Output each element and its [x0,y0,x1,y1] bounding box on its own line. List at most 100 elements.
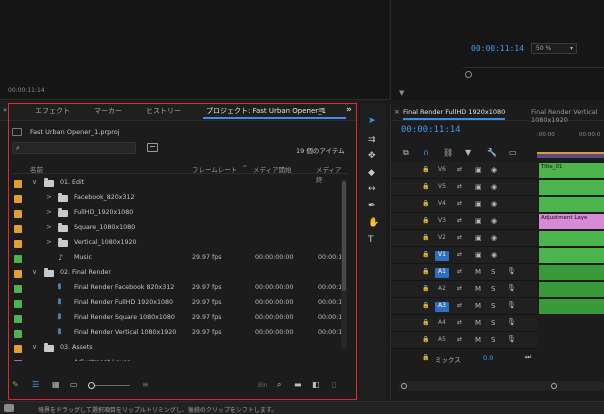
track-select-tool-icon[interactable]: ⇉ [368,135,376,145]
lock-icon[interactable]: 🔒 [422,251,429,258]
track-target-toggle[interactable]: A4 [435,319,449,329]
marker-icon[interactable]: ▼ [399,89,404,97]
label-color-swatch[interactable] [14,300,22,308]
selection-tool-icon[interactable]: ➤ [368,116,376,126]
toggle-output-icon[interactable]: ▣ [475,251,482,259]
mute-icon[interactable]: M [475,302,481,310]
type-tool-icon[interactable]: T [368,235,374,245]
label-color-swatch[interactable] [14,330,22,338]
solo-icon[interactable]: S [491,336,495,344]
track-target-toggle[interactable]: V3 [435,217,449,227]
track-target-toggle[interactable]: V6 [435,166,449,176]
playhead-handle[interactable] [465,71,472,78]
track-header[interactable]: 🔒 V6 ⇄ ▣ ◉ [391,162,537,179]
vertical-scrollbar[interactable] [341,179,347,349]
label-color-swatch[interactable] [14,270,22,278]
label-color-swatch[interactable] [14,240,22,248]
column-media-start[interactable]: メディア開始 [253,164,292,174]
tab-history[interactable]: ヒストリー [146,106,181,116]
go-to-end-icon[interactable]: ⏭ [525,353,531,362]
work-area-bar[interactable] [537,152,604,158]
track-header[interactable]: 🔒 A3 ⇄ M S 🎙 [391,298,537,315]
tab-effects[interactable]: エフェクト [35,106,70,116]
track-header[interactable]: 🔒 V2 ⇄ ▣ ◉ [391,230,537,247]
microphone-icon[interactable]: 🎙 [507,318,516,326]
solo-icon[interactable]: S [491,302,495,310]
list-item[interactable]: Adjustment Layer [12,356,342,361]
label-color-swatch[interactable] [14,195,22,203]
list-view-icon[interactable]: ☰ [32,380,39,389]
list-item[interactable]: ⫴ Final Render FullHD 1920x1080 29.97 fps 0… [12,296,342,311]
sync-lock-icon[interactable]: ⇄ [457,285,462,292]
slider-knob[interactable] [88,382,95,389]
bin-row[interactable]: ∨ 02. Final Render [12,266,342,281]
track-target-toggle[interactable]: V5 [435,183,449,193]
sync-lock-icon[interactable]: ⇄ [457,336,462,343]
label-color-swatch[interactable] [14,225,22,233]
thumbnail-size-slider[interactable] [88,382,130,389]
captions-icon[interactable]: ▭ [509,148,517,157]
solo-icon[interactable]: S [491,285,495,293]
track-target-toggle[interactable]: V2 [435,234,449,244]
ripple-edit-tool-icon[interactable]: ✥ [368,151,376,161]
new-bin-icon[interactable]: ▬ [294,380,302,389]
track-target-toggle[interactable]: A3 [435,302,449,312]
toggle-output-icon[interactable]: ▣ [475,234,482,242]
lock-icon[interactable]: 🔒 [422,268,429,275]
sync-lock-icon[interactable]: ⇄ [457,200,462,207]
linked-selection-icon[interactable]: ⛓ [443,148,453,157]
sync-lock-icon[interactable]: ⇄ [457,166,462,173]
lock-icon[interactable]: 🔒 [422,285,429,292]
tab-overflow-right[interactable]: » [346,105,352,115]
label-color-swatch[interactable] [14,285,22,293]
chevron-right-icon[interactable]: > [46,238,52,246]
time-ruler[interactable]: :00:00 00:00:0 [537,132,604,152]
lock-icon[interactable]: 🔒 [422,200,429,207]
eye-icon[interactable]: ◉ [491,200,497,208]
pencil-icon[interactable]: ✎ [12,380,19,389]
lock-icon[interactable]: 🔒 [422,166,429,173]
sync-lock-icon[interactable]: ⇄ [457,268,462,275]
bin-row[interactable]: > Vertical_1080x1920 [12,236,342,251]
label-color-swatch[interactable] [14,360,22,361]
sort-icons-icon[interactable]: ≡ [142,380,149,389]
mute-icon[interactable]: M [475,268,481,276]
sync-lock-icon[interactable]: ⇄ [457,302,462,309]
list-item[interactable]: ⫴ Final Render Facebook 820x312 29.97 fps 0… [12,281,342,296]
lock-icon[interactable]: 🔒 [422,183,429,190]
label-color-swatch[interactable] [14,210,22,218]
program-scrubber[interactable] [463,67,604,78]
track-header[interactable]: 🔒 V4 ⇄ ▣ ◉ [391,196,537,213]
track-header[interactable]: 🔒 V5 ⇄ ▣ ◉ [391,179,537,196]
timeline-clip[interactable] [539,282,604,297]
tab-sequence-vertical[interactable]: Final Render Vertical 1080x1920 [531,108,604,124]
eye-icon[interactable]: ◉ [491,234,497,242]
track-target-toggle[interactable]: A2 [435,285,449,295]
sort-icon[interactable]: ^ [242,164,247,172]
toggle-output-icon[interactable]: ▣ [475,217,482,225]
timeline-clip[interactable] [539,248,604,263]
tab-sequence-fullhd[interactable]: Final Render FullHD 1920x1080 [403,108,506,120]
scroll-thumb[interactable] [342,181,346,291]
label-color-swatch[interactable] [14,255,22,263]
sync-lock-icon[interactable]: ⇄ [457,217,462,224]
nest-icon[interactable]: ⧉ [403,148,409,158]
automate-to-sequence-icon[interactable]: Bin [258,382,268,389]
list-item[interactable]: ⫴ Final Render Square 1080x1080 29.97 fps 0… [12,311,342,326]
close-icon[interactable]: × [394,108,400,116]
icon-view-icon[interactable]: ▦ [52,380,60,389]
timeline-clip[interactable] [539,299,604,314]
microphone-icon[interactable]: 🎙 [507,335,516,343]
track-header[interactable]: 🔒 V3 ⇄ ▣ ◉ [391,213,537,230]
track-target-toggle[interactable]: A5 [435,336,449,346]
new-bin-from-search-icon[interactable] [147,143,158,152]
column-frame-rate[interactable]: フレームレート [192,164,237,174]
timeline-clip[interactable] [539,231,604,246]
lock-icon[interactable]: 🔒 [422,354,429,361]
freeform-view-icon[interactable]: ▭ [70,380,78,389]
column-name[interactable]: 名前 [30,164,43,174]
timeline-clip[interactable]: Title_01 [539,163,604,178]
eye-icon[interactable]: ◉ [491,183,497,191]
mute-icon[interactable]: M [475,319,481,327]
tab-overflow-left[interactable]: » [3,106,7,114]
